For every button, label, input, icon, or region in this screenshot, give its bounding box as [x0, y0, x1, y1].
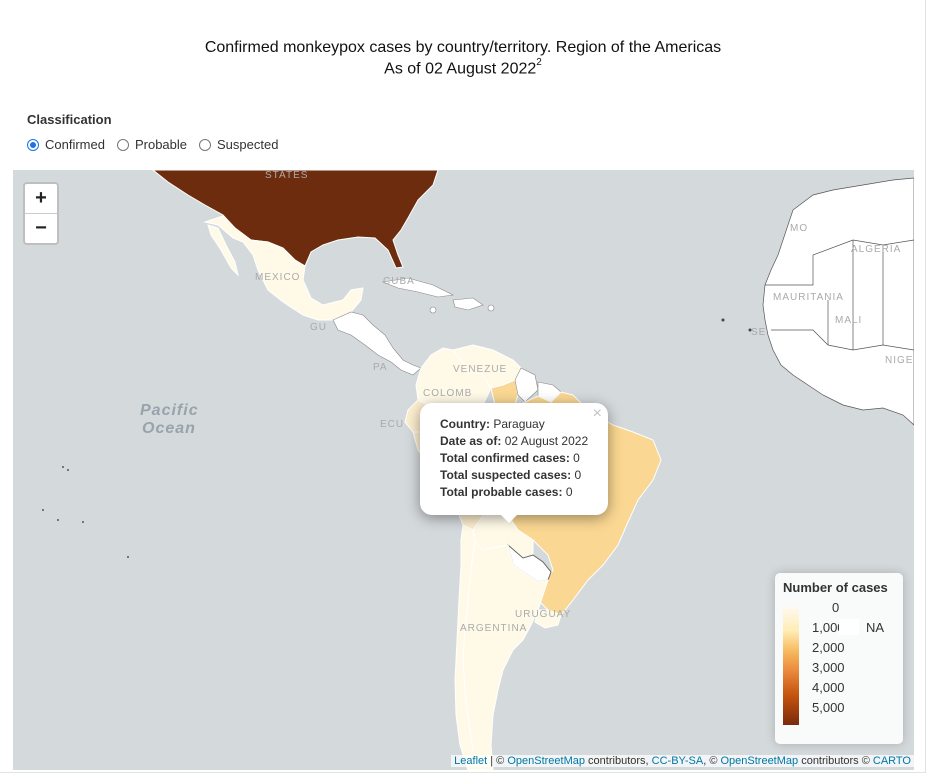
radio-suspected[interactable]: Suspected: [199, 137, 278, 152]
popup-probable: Total probable cases: 0: [440, 485, 573, 499]
label-niger: NIGE: [885, 355, 913, 366]
label-mali: MALI: [835, 315, 862, 326]
island-dot-6: [127, 556, 129, 558]
label-colombia: COLOMB: [423, 388, 472, 399]
map-title: Confirmed monkeypox cases by country/ter…: [204, 39, 722, 56]
label-guatemala: GU: [310, 322, 327, 333]
legend-tick-3000: 3,000: [812, 660, 845, 675]
popup-tip: [499, 513, 519, 523]
label-uruguay: URUGUAY: [515, 609, 571, 620]
radio-confirmed-dot[interactable]: [27, 138, 39, 151]
island-dot-1: [62, 466, 64, 468]
label-pacific-2: Ocean: [142, 420, 196, 437]
island-dot-4: [57, 519, 59, 521]
osm-link-2[interactable]: OpenStreetMap: [720, 755, 798, 767]
country-popup: × Country: Paraguay Date as of: 02 Augus…: [420, 403, 608, 515]
radio-probable[interactable]: Probable: [116, 137, 187, 152]
label-argentina: ARGENTINA: [460, 623, 527, 634]
legend-color-bar: [783, 607, 799, 725]
country-suriname[interactable]: [514, 367, 539, 403]
label-senegal: SE: [751, 327, 766, 338]
label-panama: PA: [373, 362, 388, 373]
popup-country: Country: Paraguay: [440, 417, 545, 431]
island-dot-5: [82, 521, 84, 523]
carto-link[interactable]: CARTO: [873, 755, 911, 767]
label-mexico: MEXICO: [255, 272, 300, 283]
label-pacific-1: Pacific: [140, 402, 199, 419]
island-jamaica[interactable]: [429, 306, 437, 314]
legend-tick-2000: 2,000: [812, 640, 845, 655]
ccbysa-link[interactable]: CC-BY-SA: [652, 755, 704, 767]
zoom-in-button[interactable]: +: [25, 184, 57, 214]
legend-title: Number of cases: [783, 580, 888, 595]
classification-label: Classification: [27, 112, 112, 127]
map-attribution: Leaflet | © OpenStreetMap contributors, …: [451, 755, 914, 767]
zoom-out-button[interactable]: −: [25, 214, 57, 243]
popup-date: Date as of: 02 August 2022: [440, 434, 589, 448]
zoom-control: + −: [23, 182, 59, 245]
label-states: STATES: [265, 170, 308, 181]
country-hispaniola[interactable]: [452, 297, 484, 311]
popup-suspected: Total suspected cases: 0: [440, 468, 582, 482]
island-dot-3: [42, 509, 44, 511]
map-subtitle: As of 02 August 20222: [384, 57, 542, 78]
legend-tick-5000: 5,000: [812, 700, 845, 715]
legend-na-swatch: [839, 619, 859, 635]
label-venezuela: VENEZUE: [453, 364, 507, 375]
radio-confirmed[interactable]: Confirmed: [27, 137, 105, 152]
island-canary: [721, 318, 725, 322]
legend-tick-0: 0: [832, 600, 840, 615]
radio-suspected-dot[interactable]: [199, 138, 212, 151]
osm-link[interactable]: OpenStreetMap: [507, 755, 585, 767]
label-mauritania: MAURITANIA: [773, 292, 844, 303]
popup-confirmed: Total confirmed cases: 0: [440, 451, 580, 465]
classification-radio-group: Confirmed Probable Suspected: [27, 137, 278, 152]
label-morocco: MO: [790, 223, 808, 234]
map-legend: Number of cases 0 1,000 2,000 3,000 4,00…: [775, 573, 903, 744]
country-usa[interactable]: [152, 170, 439, 269]
leaflet-link[interactable]: Leaflet: [454, 755, 487, 767]
radio-probable-dot[interactable]: [116, 138, 129, 151]
label-ecuador: ECU: [380, 419, 404, 430]
label-cuba: CUBA: [383, 276, 415, 287]
island-dot-2: [67, 469, 69, 471]
popup-close-icon[interactable]: ×: [593, 405, 602, 423]
island-puerto-rico[interactable]: [487, 304, 495, 312]
footnote-marker: 2: [536, 57, 542, 68]
legend-tick-4000: 4,000: [812, 680, 845, 695]
label-algeria: ALGERIA: [851, 244, 901, 255]
legend-na-label: NA: [866, 620, 885, 635]
